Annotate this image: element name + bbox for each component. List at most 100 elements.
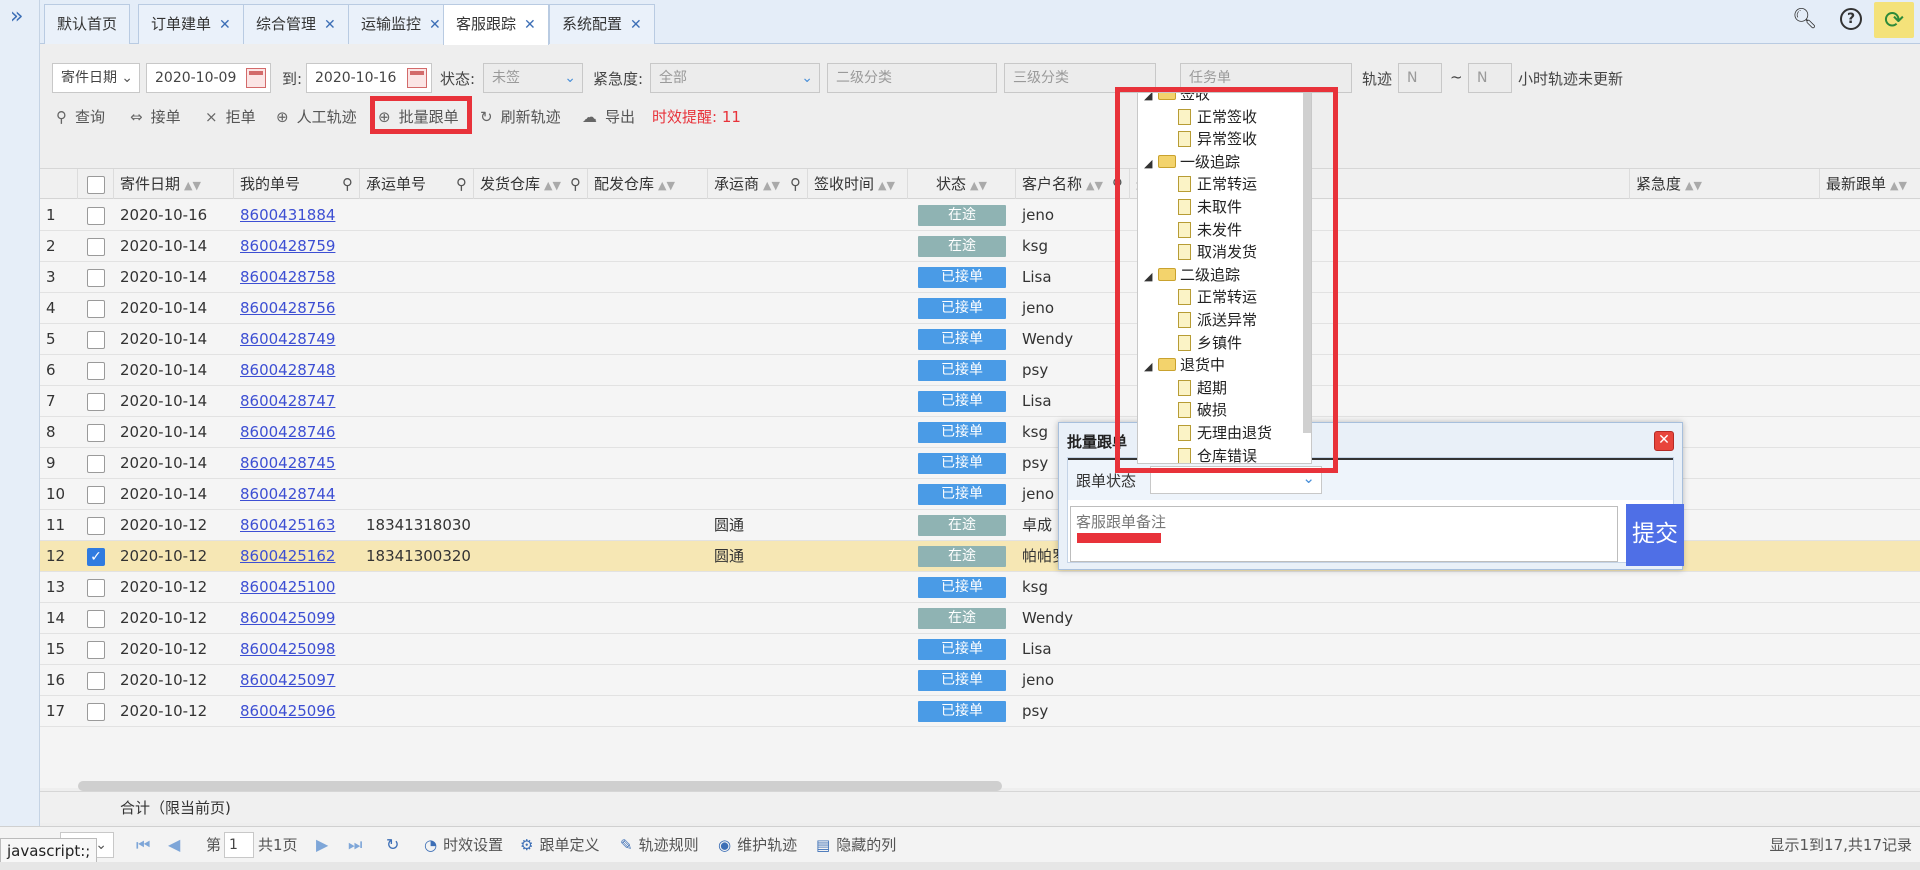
header-carrier[interactable]: 承运商 ▲▼ ⚲ xyxy=(708,169,808,199)
header-sign-time[interactable]: 签收时间 ▲▼ xyxy=(808,169,908,199)
my-order-cell[interactable]: 8600428747 xyxy=(234,386,360,416)
header-ship-warehouse[interactable]: 发货仓库 ▲▼ ⚲ xyxy=(474,169,588,199)
urgency-select[interactable]: 全部 ⌄ xyxy=(650,63,820,93)
my-order-cell[interactable]: 8600425100 xyxy=(234,572,360,602)
order-link[interactable]: 8600428756 xyxy=(240,299,335,317)
remark-textarea[interactable]: 客服跟单备注 xyxy=(1070,506,1618,562)
row-checkbox[interactable] xyxy=(87,362,105,380)
order-link[interactable]: 8600425096 xyxy=(240,702,335,720)
tab-general-management[interactable]: 综合管理 ✕ xyxy=(243,4,349,44)
maintain-track-button[interactable]: ◉ 维护轨迹 xyxy=(718,835,797,855)
order-link[interactable]: 8600428744 xyxy=(240,485,335,503)
close-icon[interactable]: ✕ xyxy=(324,17,336,33)
row-checkbox[interactable] xyxy=(87,672,105,690)
table-row[interactable]: 4 2020-10-14 8600428756 jeno 已接单 xyxy=(40,293,1920,324)
my-order-cell[interactable]: 8600428748 xyxy=(234,355,360,385)
my-order-cell[interactable]: 8600428759 xyxy=(234,231,360,261)
row-checkbox[interactable] xyxy=(87,269,105,287)
order-link[interactable]: 8600425097 xyxy=(240,671,335,689)
search-icon[interactable]: ⚲ xyxy=(342,169,353,199)
hidden-columns-button[interactable]: ▤ 隐藏的列 xyxy=(816,835,896,855)
expand-sidebar-icon[interactable]: » xyxy=(10,4,23,30)
submit-button[interactable]: 提交 xyxy=(1626,504,1684,566)
table-row[interactable]: 7 2020-10-14 8600428747 Lisa 已接单 xyxy=(40,386,1920,417)
next-page-icon[interactable]: ▶ xyxy=(316,835,328,854)
timeliness-settings-button[interactable]: ◔ 时效设置 xyxy=(424,835,503,855)
my-order-cell[interactable]: 8600425098 xyxy=(234,634,360,664)
calendar-icon[interactable] xyxy=(407,68,427,88)
my-order-cell[interactable]: 8600428746 xyxy=(234,417,360,447)
header-latest-follow[interactable]: 最新跟单 ▲▼ xyxy=(1820,169,1920,199)
order-link[interactable]: 8600428759 xyxy=(240,237,335,255)
search-icon[interactable]: ⚲ xyxy=(456,169,467,199)
table-row[interactable]: 15 2020-10-12 8600425098 Lisa 已接单 xyxy=(40,634,1920,665)
search-icon[interactable]: ⚲ xyxy=(570,169,581,199)
timeliness-alert-link[interactable]: 时效提醒: 11 xyxy=(652,105,741,129)
order-link[interactable]: 8600425100 xyxy=(240,578,335,596)
date-type-select[interactable]: 寄件日期 ⌄ xyxy=(52,63,140,93)
my-order-cell[interactable]: 8600431884 xyxy=(234,200,360,230)
row-checkbox[interactable] xyxy=(87,424,105,442)
header-urgency[interactable]: 紧急度 ▲▼ xyxy=(1630,169,1820,199)
gear-icon[interactable]: ⟳ xyxy=(1874,2,1914,38)
status-select[interactable]: 未签 ⌄ xyxy=(483,63,583,93)
order-link[interactable]: 8600428745 xyxy=(240,454,335,472)
follow-definition-button[interactable]: ⚙ 跟单定义 xyxy=(520,835,599,855)
date-from-input[interactable]: 2020-10-09 xyxy=(146,63,271,93)
my-order-cell[interactable]: 8600425163 xyxy=(234,510,360,540)
my-order-cell[interactable]: 8600428745 xyxy=(234,448,360,478)
table-row[interactable]: 22020-10-148600428759ksg20在途 xyxy=(40,231,1920,262)
header-customer[interactable]: 客户名称 ▲▼ ⚲ xyxy=(1016,169,1130,199)
track-to-input[interactable]: N xyxy=(1468,63,1512,93)
order-link[interactable]: 8600425099 xyxy=(240,609,335,627)
row-checkbox[interactable] xyxy=(87,331,105,349)
order-link[interactable]: 8600431884 xyxy=(240,206,335,224)
reject-button[interactable]: × 拒单 xyxy=(205,105,256,129)
level2-category-input[interactable]: 二级分类 xyxy=(827,63,997,93)
calendar-icon[interactable] xyxy=(246,68,266,88)
order-link[interactable]: 8600428758 xyxy=(240,268,335,286)
close-icon[interactable]: ✕ xyxy=(219,17,231,33)
close-icon[interactable]: ✕ xyxy=(1654,431,1674,451)
help-icon[interactable]: ? xyxy=(1840,8,1862,30)
tab-order-create[interactable]: 订单建单 ✕ xyxy=(138,4,244,44)
order-link[interactable]: 8600428748 xyxy=(240,361,335,379)
row-checkbox[interactable] xyxy=(87,393,105,411)
table-row[interactable]: 14 2020-10-12 8600425099 Wendy 在途 xyxy=(40,603,1920,634)
query-button[interactable]: ⚲ 查询 xyxy=(56,105,105,129)
date-to-input[interactable]: 2020-10-16 xyxy=(306,63,432,93)
header-ship-date[interactable]: 寄件日期 ▲▼ xyxy=(114,169,234,199)
order-link[interactable]: 8600425098 xyxy=(240,640,335,658)
header-carrier-no[interactable]: 承运单号 ⚲ xyxy=(360,169,474,199)
table-row[interactable]: 5 2020-10-14 8600428749 Wendy 已接单 xyxy=(40,324,1920,355)
refresh-icon[interactable]: ↻ xyxy=(386,835,399,854)
table-row[interactable]: 17 2020-10-12 8600425096 psy 已接单 xyxy=(40,696,1920,727)
tab-transport-monitor[interactable]: 运输监控 ✕ xyxy=(348,4,454,44)
prev-page-icon[interactable]: ◀ xyxy=(168,835,180,854)
my-order-cell[interactable]: 8600428744 xyxy=(234,479,360,509)
row-checkbox[interactable] xyxy=(87,703,105,721)
close-icon[interactable]: ✕ xyxy=(630,17,642,33)
row-checkbox[interactable] xyxy=(87,238,105,256)
close-icon[interactable]: ✕ xyxy=(429,17,441,33)
order-link[interactable]: 8600425162 xyxy=(240,547,335,565)
page-number-input[interactable]: 1 xyxy=(224,832,254,858)
row-checkbox[interactable] xyxy=(87,641,105,659)
row-checkbox[interactable] xyxy=(87,486,105,504)
my-order-cell[interactable]: 8600425162 xyxy=(234,541,360,571)
table-row[interactable]: 13 2020-10-12 8600425100 ksg 已接单 xyxy=(40,572,1920,603)
row-checkbox[interactable] xyxy=(87,517,105,535)
first-page-icon[interactable]: ⏮ xyxy=(136,835,150,855)
header-dist-warehouse[interactable]: 配发仓库 ▲▼ xyxy=(588,169,708,199)
row-checkbox[interactable] xyxy=(87,455,105,473)
my-order-cell[interactable]: 8600428749 xyxy=(234,324,360,354)
search-icon[interactable]: ⚲ xyxy=(790,169,801,199)
my-order-cell[interactable]: 8600425097 xyxy=(234,665,360,695)
header-status[interactable]: 状态 ▲▼ xyxy=(908,169,1016,199)
order-link[interactable]: 8600428747 xyxy=(240,392,335,410)
track-rules-button[interactable]: ✎ 轨迹规则 xyxy=(620,835,699,855)
row-checkbox[interactable] xyxy=(87,207,105,225)
row-checkbox[interactable]: ✓ xyxy=(87,548,105,566)
my-order-cell[interactable]: 8600425096 xyxy=(234,696,360,726)
row-checkbox[interactable] xyxy=(87,579,105,597)
